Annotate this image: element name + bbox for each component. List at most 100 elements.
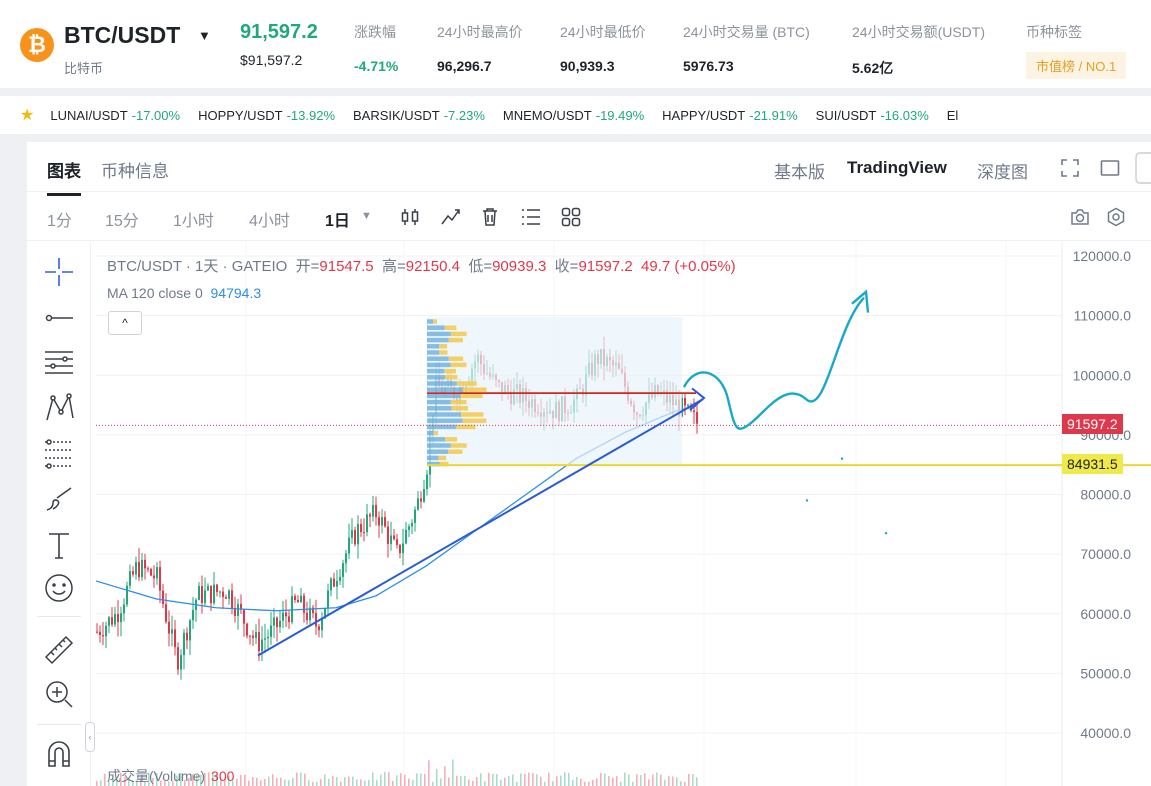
tab-coin-info[interactable]: 币种信息: [101, 157, 169, 182]
zoom-in-icon[interactable]: [43, 678, 75, 710]
view-tradingview[interactable]: TradingView: [847, 158, 947, 178]
ticker-item[interactable]: HOPPY/USDT -13.92%: [198, 108, 335, 123]
crosshair-icon[interactable]: [43, 256, 75, 288]
tab-chart[interactable]: 图表: [47, 157, 81, 196]
list-icon[interactable]: [521, 208, 541, 231]
volume-profile-bar: [427, 375, 446, 380]
candle-body: [213, 584, 215, 604]
camera-icon[interactable]: [1070, 208, 1090, 231]
volume-bar: [352, 776, 354, 786]
volume-bar: [440, 778, 442, 786]
candle-body: [414, 509, 416, 523]
volume-bar: [664, 779, 666, 786]
volume-profile-bar: [427, 455, 439, 461]
volume-bar: [488, 772, 490, 786]
volume-bar: [516, 781, 518, 786]
volume-bar: [504, 777, 506, 786]
indicators-icon[interactable]: [440, 207, 462, 232]
volume-bar: [336, 777, 338, 786]
ruler-icon[interactable]: [43, 634, 75, 666]
toolbar-collapse-handle[interactable]: ‹: [85, 722, 95, 752]
price-chart[interactable]: 120000.0110000.0100000.090000.080000.070…: [96, 242, 1151, 786]
volume-bar: [688, 773, 690, 786]
brush-icon[interactable]: [43, 484, 75, 516]
volume-bar: [240, 774, 242, 786]
text-tool-icon[interactable]: [43, 530, 75, 562]
candle-body: [303, 595, 305, 613]
timeframe-1h[interactable]: 1小时: [173, 207, 214, 231]
volume-bar: [404, 774, 406, 786]
view-basic[interactable]: 基本版: [774, 158, 825, 183]
volume-bar: [540, 776, 542, 786]
legend-collapse-button[interactable]: ^: [108, 311, 142, 335]
star-icon[interactable]: ★: [20, 105, 34, 125]
y-tick-label: 50000.0: [1080, 665, 1131, 681]
timeframe-15m[interactable]: 15分: [105, 207, 139, 231]
volume-bar: [596, 778, 598, 786]
pair-dropdown-caret-icon[interactable]: ▼: [198, 28, 211, 43]
stat-high: 24小时最高价 96,296.7: [437, 22, 523, 74]
candle-body: [231, 590, 233, 609]
volume-profile-bar: [450, 443, 467, 448]
chart-area[interactable]: 120000.0 110000.0 100000.0 90000.0 80000.0 70…: [96, 242, 1151, 786]
candle-body: [684, 397, 686, 406]
horizontal-lines-icon[interactable]: [43, 346, 75, 378]
settings-icon[interactable]: [1106, 207, 1126, 232]
candle-body: [300, 595, 302, 603]
stat-label: 24小时最低价: [560, 24, 646, 40]
volume-bar: [252, 776, 254, 786]
timeframe-1m[interactable]: 1分: [47, 207, 72, 231]
candle-body: [348, 537, 350, 554]
volume-bar: [556, 776, 558, 786]
volume-bar: [340, 781, 342, 786]
fib-tool-icon[interactable]: [43, 438, 75, 470]
volume-bar: [536, 774, 538, 786]
stat-value: -4.71%: [354, 58, 399, 74]
candle-body: [420, 498, 422, 502]
stat-label: 涨跌幅: [354, 24, 396, 40]
candle-body: [120, 613, 122, 623]
ticker-item[interactable]: LUNAI/USDT -17.00%: [50, 108, 180, 123]
volume-profile-bar: [433, 430, 439, 436]
candle-body: [411, 522, 413, 527]
pattern-tool-icon[interactable]: [43, 392, 75, 424]
candle-body: [168, 621, 170, 634]
candle-body: [153, 575, 155, 579]
stat-label: 币种标签: [1026, 24, 1082, 40]
candle-body: [243, 609, 245, 624]
magnet-icon[interactable]: [43, 738, 75, 770]
candle-body: [165, 604, 167, 622]
timeframe-4h[interactable]: 4小时: [249, 207, 290, 231]
timeframe-dropdown-icon[interactable]: ▼: [361, 210, 372, 222]
volume-label: 成交量(Volume): [107, 768, 206, 784]
ticker-item[interactable]: HAPPY/USDT -21.91%: [662, 108, 798, 123]
volume-bar: [260, 780, 262, 786]
emoji-icon[interactable]: [43, 572, 75, 604]
fullscreen-icon[interactable]: [1060, 158, 1080, 183]
ticker-item[interactable]: SUI/USDT -16.03%: [816, 108, 929, 123]
window-icon[interactable]: [1100, 159, 1120, 182]
candle-body: [366, 514, 368, 533]
volume-bar: [468, 779, 470, 786]
trash-icon[interactable]: [481, 207, 499, 232]
volume-profile-bar: [445, 437, 458, 442]
timeframe-1d[interactable]: 1日: [325, 207, 350, 231]
market-cap-rank-badge[interactable]: 市值榜 / NO.1: [1026, 52, 1127, 79]
candle-body: [387, 526, 389, 544]
pair-title[interactable]: BTC/USDT: [64, 22, 180, 49]
view-depth[interactable]: 深度图: [977, 158, 1028, 183]
candle-body: [291, 596, 293, 623]
ticker-item[interactable]: BARSIK/USDT -7.23%: [353, 108, 485, 123]
ticker-item[interactable]: MNEMO/USDT -19.49%: [503, 108, 644, 123]
candlestick-type-icon[interactable]: [401, 208, 421, 231]
ticker-item[interactable]: El: [947, 108, 959, 123]
volume-bar: [484, 781, 486, 786]
volume-bar: [360, 779, 362, 786]
ohlc-legend: BTC/USDT · 1天 · GATEIO 开=91547.5 高=92150…: [107, 255, 736, 276]
candle-body: [693, 410, 695, 413]
trend-line-icon[interactable]: [43, 302, 75, 334]
volume-bar: [244, 774, 246, 786]
volume-profile-bar: [427, 344, 440, 349]
volume-bar: [668, 776, 670, 786]
layout-grid-icon[interactable]: [561, 207, 581, 232]
